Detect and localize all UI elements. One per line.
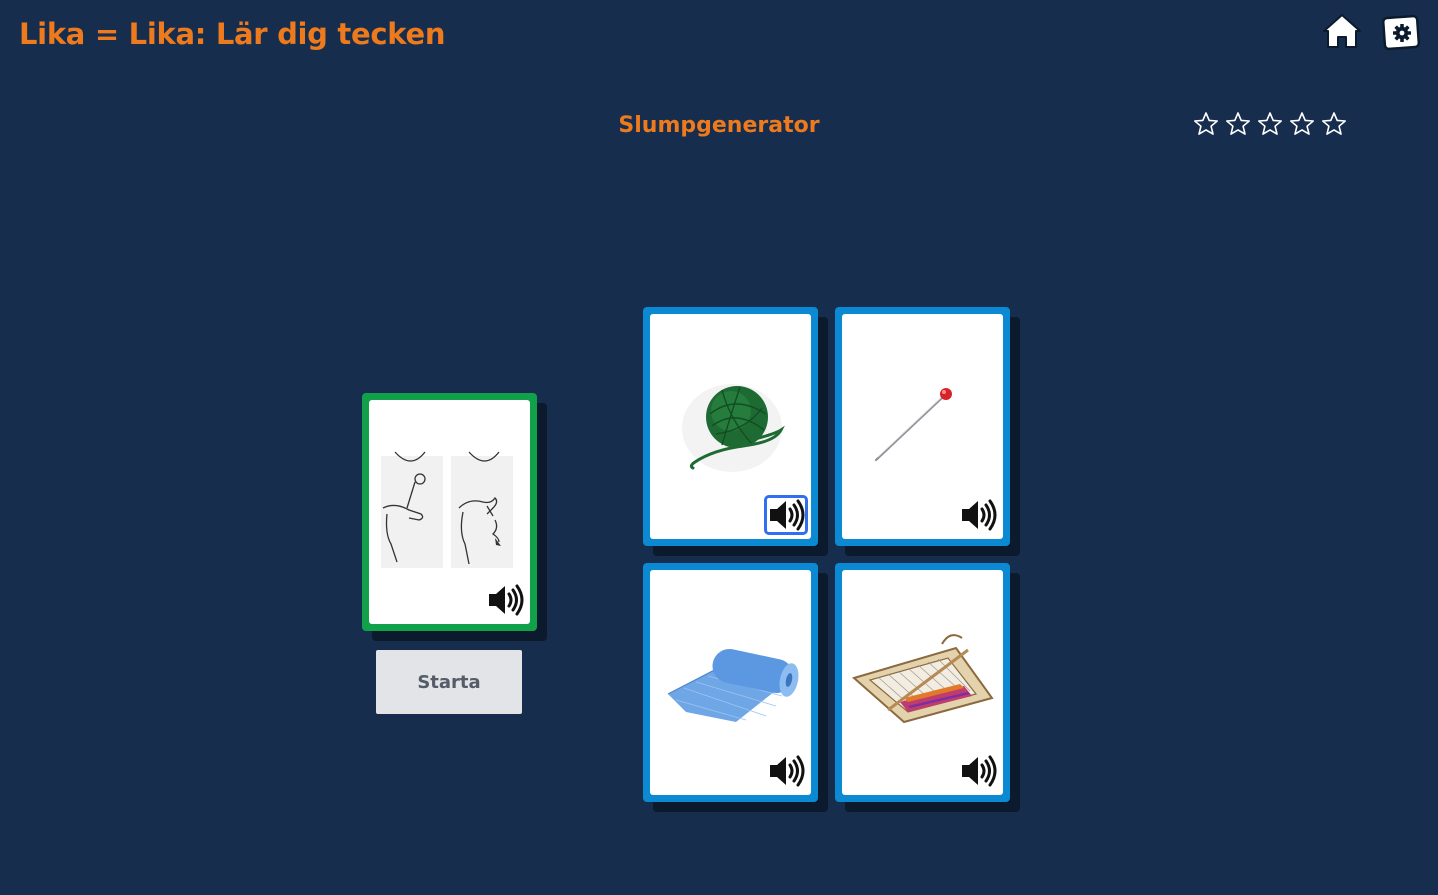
app-title: Lika = Lika: Lär dig tecken (19, 17, 446, 51)
speaker-icon (959, 754, 997, 788)
sign-language-illustration (381, 451, 513, 568)
home-button[interactable] (1322, 12, 1362, 52)
yarn-ball-image (682, 384, 785, 472)
star-icon (1289, 111, 1315, 137)
star-icon (1193, 111, 1219, 137)
start-button[interactable]: Starta (376, 650, 522, 714)
speaker-icon (959, 498, 997, 532)
star-rating (1193, 111, 1347, 137)
choice-card-pin[interactable] (835, 307, 1010, 546)
star-icon (1321, 111, 1347, 137)
settings-gear-icon (1382, 14, 1421, 51)
speaker-icon (767, 498, 805, 532)
yarn-sound-button[interactable] (764, 495, 808, 535)
sign-card (362, 393, 537, 631)
speaker-icon (486, 583, 524, 617)
settings-button[interactable] (1381, 12, 1421, 52)
sign-card-sound-button[interactable] (483, 580, 527, 620)
choice-card-loom[interactable] (835, 563, 1010, 802)
pin-sound-button[interactable] (956, 495, 1000, 535)
star-icon (1225, 111, 1251, 137)
choice-card-fabric[interactable] (643, 563, 818, 802)
speaker-icon (767, 754, 805, 788)
pin-needle-image (874, 388, 952, 462)
fabric-roll-image (667, 649, 799, 722)
loom-sound-button[interactable] (956, 751, 1000, 791)
star-icon (1257, 111, 1283, 137)
choice-card-yarn[interactable] (643, 307, 818, 546)
fabric-sound-button[interactable] (764, 751, 808, 791)
weaving-loom-image (851, 634, 994, 724)
home-icon (1323, 14, 1361, 48)
